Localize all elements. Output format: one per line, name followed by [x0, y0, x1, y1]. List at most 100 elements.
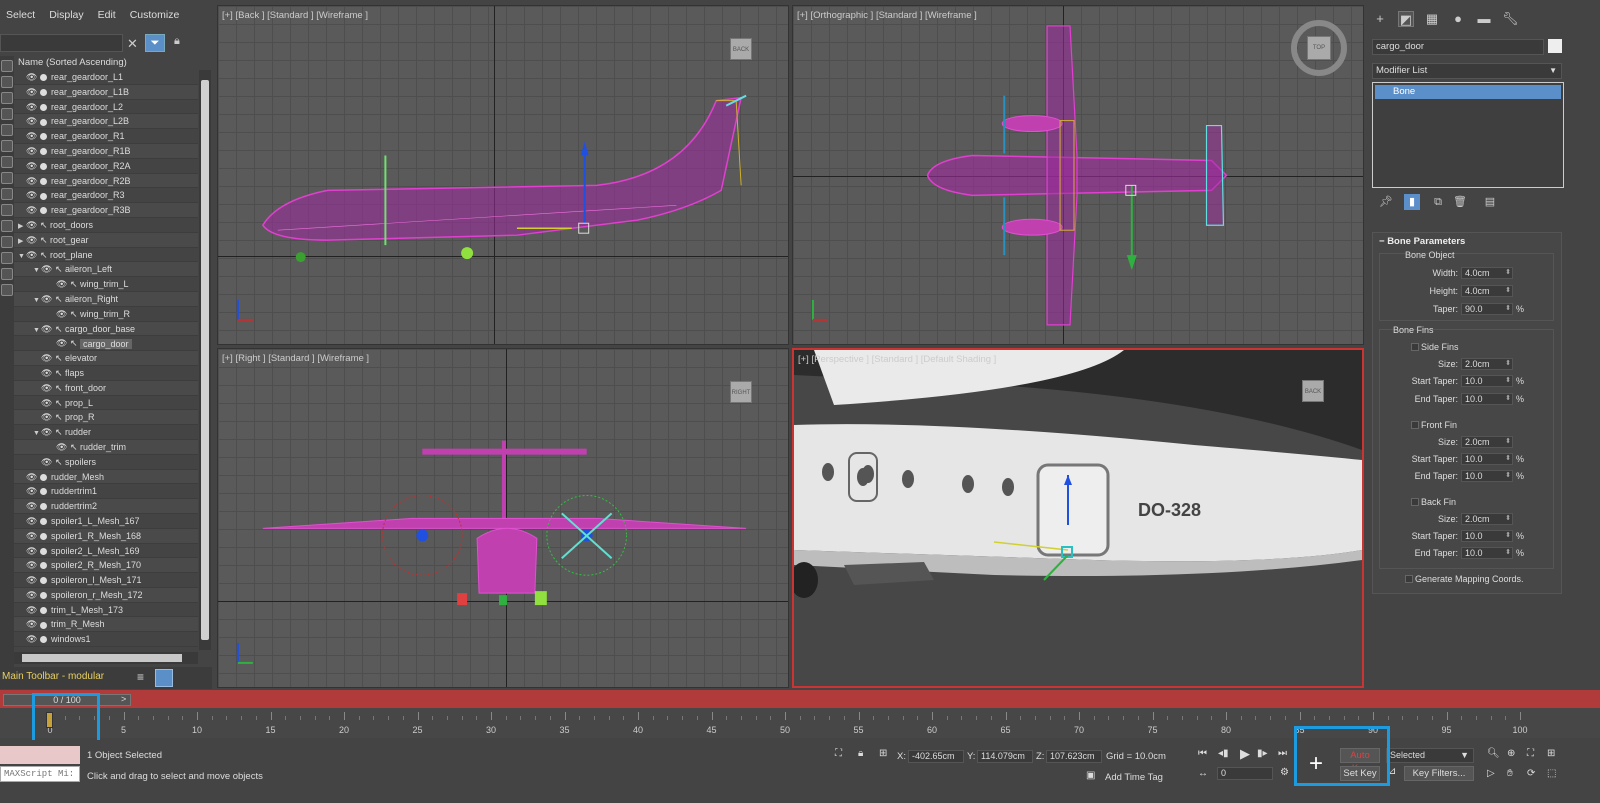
- visibility-eye-icon[interactable]: 👁︎: [26, 575, 40, 585]
- visibility-eye-icon[interactable]: 👁︎: [41, 264, 55, 274]
- visibility-eye-icon[interactable]: 👁︎: [26, 235, 40, 245]
- scene-explorer-row[interactable]: 👁︎ rear_geardoor_R3: [14, 188, 198, 204]
- visibility-eye-icon[interactable]: 👁︎: [26, 501, 40, 511]
- frozen-filter-icon[interactable]: [1, 220, 13, 232]
- lock-icon[interactable]: 🔒︎: [174, 35, 180, 48]
- visibility-eye-icon[interactable]: 👁︎: [26, 619, 40, 629]
- key-set-dropdown[interactable]: Selected ▼: [1386, 748, 1474, 763]
- menu-customize[interactable]: Customize: [130, 9, 180, 21]
- visibility-eye-icon[interactable]: 👁︎: [26, 634, 40, 644]
- visibility-eye-icon[interactable]: 👁︎: [26, 87, 40, 97]
- visibility-eye-icon[interactable]: 👁︎: [41, 457, 55, 467]
- menu-edit[interactable]: Edit: [98, 9, 116, 21]
- goto-start-icon[interactable]: ⏮: [1198, 748, 1207, 759]
- visibility-eye-icon[interactable]: 👁︎: [26, 146, 40, 156]
- explorer-horizontal-scrollbar[interactable]: [14, 652, 198, 664]
- maxscript-mini-listener[interactable]: MAXScript Mi:: [0, 766, 80, 782]
- xrefs-filter-icon[interactable]: [1, 172, 13, 184]
- add-time-tag[interactable]: Add Time Tag: [1105, 772, 1163, 783]
- visibility-eye-icon[interactable]: 👁︎: [41, 427, 55, 437]
- key-filters-button[interactable]: Key Filters...: [1404, 766, 1474, 781]
- visibility-eye-icon[interactable]: 👁︎: [26, 116, 40, 126]
- scene-explorer-row[interactable]: 👁︎ ↖ wing_trim_L: [14, 277, 198, 292]
- motion-tab-icon[interactable]: ●: [1450, 11, 1466, 27]
- shapes-filter-icon[interactable]: [1, 76, 13, 88]
- scene-explorer-row[interactable]: 👁︎ trim_R_Mesh: [14, 617, 198, 633]
- scene-explorer-row[interactable]: 👁︎ ↖ rudder_trim: [14, 439, 198, 455]
- front-start-taper-spinner[interactable]: 10.0: [1461, 453, 1513, 465]
- scene-explorer-row[interactable]: 👁︎ spoileron_l_Mesh_171: [14, 573, 198, 588]
- pan-icon[interactable]: ✋︎: [1507, 768, 1513, 779]
- zoom-icon[interactable]: 🔍︎: [1487, 748, 1500, 759]
- configure-sets-icon[interactable]: ▤: [1482, 194, 1498, 210]
- y-coordinate-field[interactable]: 114.079cm: [977, 750, 1033, 763]
- hierarchy-tab-icon[interactable]: ▦: [1424, 11, 1440, 27]
- time-tag-icon[interactable]: ▣: [1086, 770, 1095, 781]
- rollout-title[interactable]: − Bone Parameters: [1379, 236, 1465, 247]
- modify-tab-icon[interactable]: ◩: [1398, 11, 1414, 27]
- side-start-taper-spinner[interactable]: 10.0: [1461, 375, 1513, 387]
- scene-explorer-row[interactable]: 👁︎ ↖ front_door: [14, 380, 198, 396]
- scene-explorer-row[interactable]: ▼👁︎ ↖ root_plane: [14, 248, 198, 263]
- visibility-eye-icon[interactable]: 👁︎: [56, 279, 70, 289]
- modifier-list-dropdown[interactable]: Modifier List ▼: [1372, 63, 1562, 79]
- visibility-eye-icon[interactable]: 👁︎: [41, 398, 55, 408]
- side-fins-checkbox[interactable]: [1411, 343, 1419, 351]
- viewport-label-right[interactable]: [+] [Right ] [Standard ] [Wireframe ]: [222, 353, 369, 364]
- visibility-eye-icon[interactable]: 👁︎: [41, 294, 55, 304]
- lights-filter-icon[interactable]: [1, 92, 13, 104]
- field-of-view-icon[interactable]: ▷: [1487, 768, 1495, 779]
- make-unique-icon[interactable]: ⧉: [1430, 194, 1446, 210]
- visibility-eye-icon[interactable]: 👁︎: [41, 383, 55, 393]
- scene-explorer-row[interactable]: ▼👁︎ ↖ aileron_Right: [14, 291, 198, 307]
- bones-filter-icon[interactable]: [1, 188, 13, 200]
- viewport-label-top[interactable]: [+] [Orthographic ] [Standard ] [Wirefra…: [797, 10, 977, 21]
- visibility-eye-icon[interactable]: 👁︎: [26, 176, 40, 186]
- object-name-field[interactable]: cargo_door: [1372, 39, 1544, 55]
- helpers-filter-icon[interactable]: [1, 124, 13, 136]
- modifier-stack-item[interactable]: Bone: [1375, 85, 1561, 99]
- visibility-eye-icon[interactable]: 👁︎: [56, 338, 70, 348]
- back-fin-checkbox[interactable]: [1411, 498, 1419, 506]
- scene-explorer-row[interactable]: 👁︎ rear_geardoor_R2B: [14, 173, 198, 189]
- scene-explorer-row[interactable]: 👁︎ ↖ wing_trim_R: [14, 307, 198, 322]
- menu-display[interactable]: Display: [49, 9, 83, 21]
- scene-explorer-row[interactable]: 👁︎ rear_geardoor_R3B: [14, 203, 198, 218]
- scene-explorer-row[interactable]: 👁︎ ruddertrim1: [14, 484, 198, 500]
- scene-explorer-row[interactable]: ▶ 👁︎ ↖ root_gear: [14, 232, 198, 248]
- time-config-icon[interactable]: ⚙: [1280, 767, 1289, 778]
- scene-explorer-row[interactable]: ▼👁︎ ↖ cargo_door_base: [14, 321, 198, 337]
- scene-explorer-row[interactable]: 👁︎ ↖ flaps: [14, 366, 198, 381]
- current-frame-field[interactable]: 0: [1217, 767, 1273, 780]
- front-end-taper-spinner[interactable]: 10.0: [1461, 470, 1513, 482]
- visibility-eye-icon[interactable]: 👁︎: [26, 190, 40, 200]
- zoom-extents-icon[interactable]: ⛶: [1527, 748, 1534, 759]
- taper-spinner[interactable]: 90.0: [1461, 303, 1513, 315]
- back-end-taper-spinner[interactable]: 10.0: [1461, 547, 1513, 559]
- visibility-eye-icon[interactable]: 👁︎: [26, 220, 40, 230]
- visibility-eye-icon[interactable]: 👁︎: [26, 516, 40, 526]
- containers-filter-icon[interactable]: [1, 204, 13, 216]
- scene-explorer-row[interactable]: 👁︎ spoiler2_L_Mesh_169: [14, 544, 198, 559]
- filter-icon[interactable]: ⏷: [145, 34, 165, 52]
- pin-stack-icon[interactable]: 📌︎: [1378, 194, 1394, 210]
- scene-explorer-row[interactable]: 👁︎ rear_geardoor_R1: [14, 129, 198, 144]
- viewport-right[interactable]: RIGHT [+] [Right ] [Standard ] [Wirefram…: [217, 348, 789, 688]
- viewport-back[interactable]: BACK [+] [Back ] [Standard ] [Wireframe …: [217, 5, 789, 345]
- scene-explorer-row[interactable]: 👁︎ ↖ prop_L: [14, 396, 198, 411]
- x-coordinate-field[interactable]: -402.65cm: [908, 750, 964, 763]
- back-start-taper-spinner[interactable]: 10.0: [1461, 530, 1513, 542]
- display-all-icon[interactable]: [1, 252, 13, 264]
- viewcube-icon[interactable]: BACK: [1302, 380, 1324, 402]
- explorer-search-input[interactable]: [0, 34, 123, 52]
- utilities-tab-icon[interactable]: 🔧︎: [1502, 11, 1519, 27]
- scene-explorer-row[interactable]: 👁︎ ↖ spoilers: [14, 455, 198, 470]
- layers-icon[interactable]: ≡: [137, 670, 153, 686]
- scene-explorer-row[interactable]: 👁︎ rear_geardoor_L2: [14, 100, 198, 115]
- remove-modifier-icon[interactable]: 🗑︎: [1452, 194, 1468, 210]
- visibility-eye-icon[interactable]: 👁︎: [26, 161, 40, 171]
- viewport-perspective[interactable]: DO-328 BACK [+] [Perspective ] [Standard…: [792, 348, 1364, 688]
- time-slider-track[interactable]: [0, 690, 1600, 708]
- next-frame-icon[interactable]: >: [121, 694, 126, 704]
- viewcube-icon[interactable]: RIGHT: [730, 381, 752, 403]
